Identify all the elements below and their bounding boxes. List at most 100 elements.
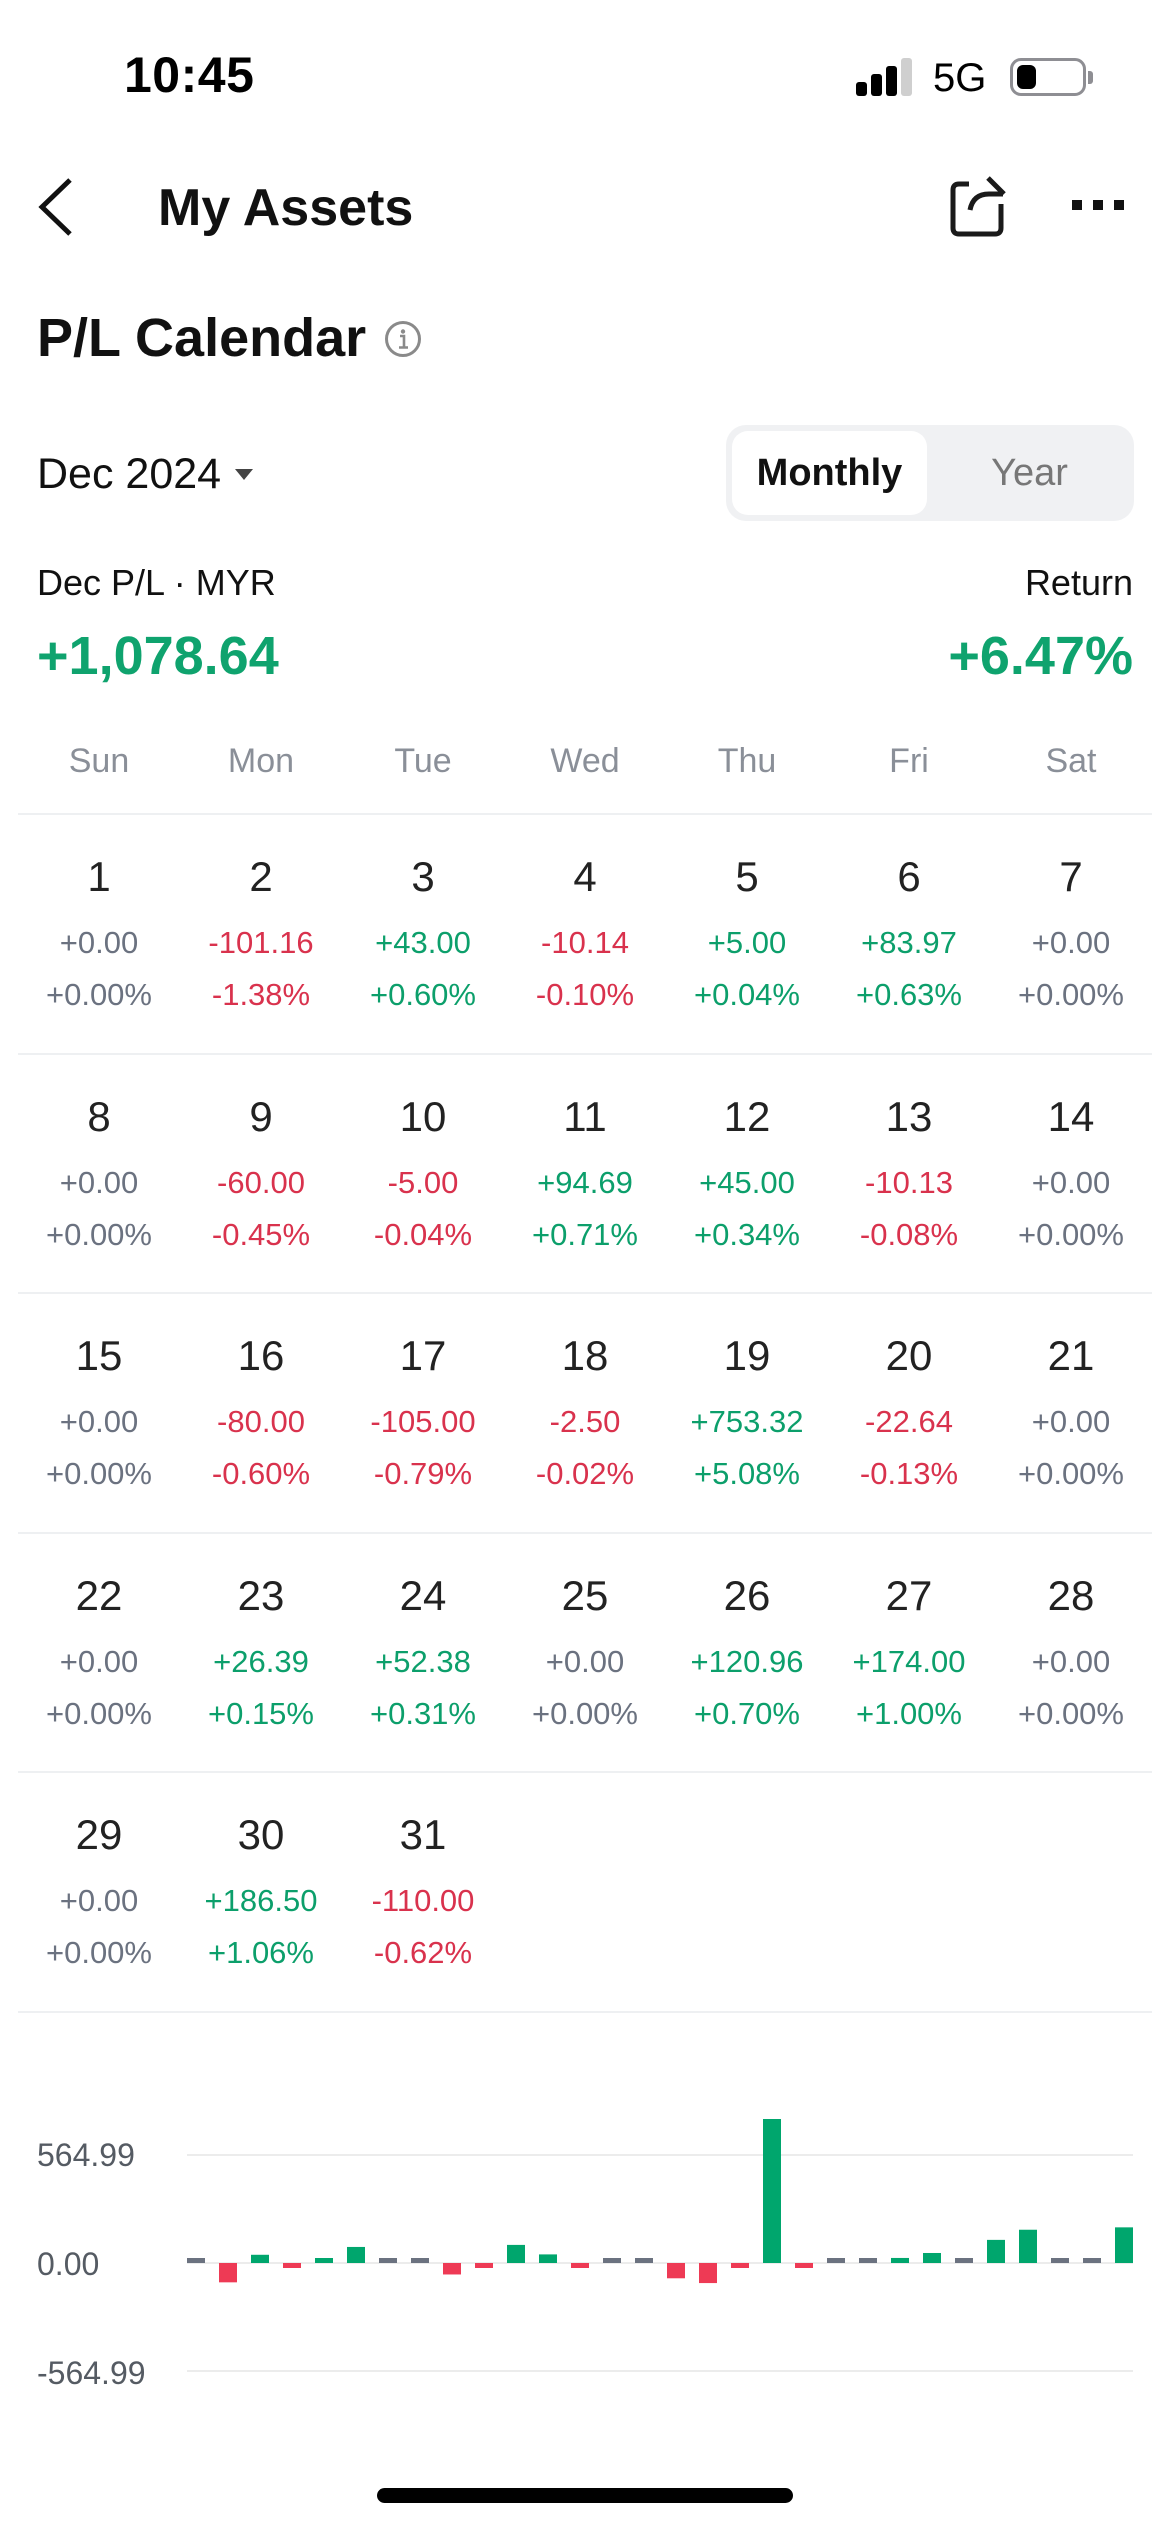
calendar-day-cell[interactable]: 21 +0.00 +0.00% [990, 1294, 1152, 1531]
weekday-header: Sun Mon Tue Wed Thu Fri Sat [18, 742, 1152, 781]
calendar-day-cell[interactable]: 30 +186.50 +1.06% [180, 1773, 342, 2010]
calendar-week-row: 1 +0.00 +0.00% 2 -101.16 -1.38% 3 +43.00 +0.60% 4… [18, 815, 1152, 1052]
day-pl-percent: +0.15% [207, 1695, 314, 1731]
day-number: 29 [75, 1811, 123, 1858]
calendar-week-row: 22 +0.00 +0.00% 23 +26.39 +0.15% 24 +52.38 +0.31… [18, 1534, 1152, 1771]
day-pl-value: -110.00 [371, 1883, 475, 1918]
bar-day-22 [859, 2258, 877, 2263]
day-number: 18 [561, 1332, 609, 1379]
calendar-day-cell[interactable]: 5 +5.00 +0.04% [666, 815, 828, 1052]
calendar-day-cell[interactable]: 20 -22.64 -0.13% [828, 1294, 990, 1531]
day-number: 24 [399, 1571, 447, 1619]
day-pl-value: +83.97 [861, 925, 957, 960]
calendar-day-cell[interactable]: 31 -110.00 -0.62% [342, 1773, 504, 2010]
pl-bar-chart: 564.99 0.00 -564.99 [0, 2080, 1170, 2420]
calendar-day-cell[interactable]: 13 -10.13 -0.08% [828, 1055, 990, 1292]
month-selector-label: Dec 2024 [37, 449, 222, 498]
calendar-day-cell[interactable]: 15 +0.00 +0.00% [18, 1294, 180, 1531]
day-pl-percent: +0.71% [531, 1216, 638, 1252]
day-number: 8 [87, 1092, 111, 1140]
calendar-day-cell[interactable]: 14 +0.00 +0.00% [990, 1055, 1152, 1292]
calendar-day-cell[interactable]: 7 +0.00 +0.00% [990, 815, 1152, 1052]
calendar-day-cell[interactable]: 4 -10.14 -0.10% [504, 815, 666, 1052]
day-pl-percent: +0.70% [693, 1695, 800, 1731]
calendar-day-cell[interactable]: 12 +45.00 +0.34% [666, 1055, 828, 1292]
day-number: 17 [399, 1332, 447, 1379]
calendar-day-cell[interactable]: 9 -60.00 -0.45% [180, 1055, 342, 1292]
calendar-day-cell[interactable]: 2 -101.16 -1.38% [180, 815, 342, 1052]
day-pl-value: +0.00 [59, 925, 139, 960]
calendar-day-cell[interactable]: 1 +0.00 +0.00% [18, 815, 180, 1052]
day-pl-value: -60.00 [217, 1164, 305, 1200]
day-pl-value: +94.69 [537, 1164, 633, 1200]
day-pl-percent: +0.34% [693, 1216, 800, 1252]
section-title: P/L Calendar [37, 308, 367, 368]
back-button[interactable] [30, 170, 90, 245]
bar-day-4 [283, 2263, 301, 2268]
month-selector[interactable]: Dec 2024 [37, 446, 254, 502]
day-pl-value: +0.00 [1031, 1164, 1111, 1200]
calendar-day-cell[interactable]: 25 +0.00 +0.00% [504, 1534, 666, 1771]
calendar-day-cell[interactable]: 17 -105.00 -0.79% [342, 1294, 504, 1531]
day-number: 3 [411, 853, 435, 900]
calendar-day-cell[interactable]: 24 +52.38 +0.31% [342, 1534, 504, 1771]
bar-day-23 [891, 2257, 909, 2263]
weekday-label: Thu [717, 742, 777, 780]
calendar-day-cell[interactable]: 11 +94.69 +0.71% [504, 1055, 666, 1292]
share-button[interactable] [945, 172, 1011, 238]
day-number: 2 [249, 853, 273, 900]
day-pl-percent: -0.79% [373, 1456, 473, 1491]
pl-label: Dec P/L · MYR [37, 562, 276, 603]
day-number: 7 [1059, 853, 1083, 900]
calendar-week-row: 8 +0.00 +0.00% 9 -60.00 -0.45% 10 -5.00 -0.04% 11… [18, 1055, 1152, 1292]
more-button[interactable] [1065, 186, 1131, 226]
day-number: 31 [399, 1811, 447, 1858]
home-indicator[interactable] [377, 2488, 793, 2503]
calendar-day-cell[interactable]: 26 +120.96 +0.70% [666, 1534, 828, 1771]
day-number: 14 [1047, 1092, 1095, 1140]
calendar-day-cell[interactable]: 28 +0.00 +0.00% [990, 1534, 1152, 1771]
bar-day-1 [187, 2258, 205, 2263]
bar-day-19 [763, 2119, 781, 2263]
day-number: 5 [735, 853, 759, 900]
calendar-day-cell[interactable]: 18 -2.50 -0.02% [504, 1294, 666, 1531]
view-toggle: Monthly Year [726, 425, 1134, 521]
calendar-day-cell[interactable]: 29 +0.00 +0.00% [18, 1773, 180, 2010]
calendar-day-cell[interactable]: 16 -80.00 -0.60% [180, 1294, 342, 1531]
return-label: Return [1024, 562, 1133, 603]
day-pl-percent: -0.60% [211, 1456, 311, 1491]
day-number: 12 [723, 1092, 771, 1140]
calendar-day-cell[interactable]: 8 +0.00 +0.00% [18, 1055, 180, 1292]
bar-day-29 [1083, 2258, 1101, 2263]
bar-day-18 [731, 2263, 749, 2268]
day-number: 22 [75, 1571, 123, 1619]
calendar-day-cell[interactable]: 19 +753.32 +5.08% [666, 1294, 828, 1531]
calendar-day-cell[interactable]: 23 +26.39 +0.15% [180, 1534, 342, 1771]
day-pl-value: +0.00 [59, 1404, 139, 1439]
day-pl-percent: +0.00% [45, 1456, 152, 1491]
calendar-day-cell[interactable]: 27 +174.00 +1.00% [828, 1534, 990, 1771]
day-pl-percent: +0.31% [369, 1695, 476, 1731]
info-icon[interactable] [384, 320, 422, 358]
battery-icon [1010, 58, 1086, 96]
calendar-day-cell[interactable]: 3 +43.00 +0.60% [342, 815, 504, 1052]
day-pl-percent: +0.00% [531, 1695, 638, 1731]
day-pl-value: +0.00 [1031, 1643, 1111, 1679]
toggle-monthly[interactable]: Monthly [732, 431, 927, 515]
calendar-day-cell[interactable]: 6 +83.97 +0.63% [828, 815, 990, 1052]
calendar-day-cell[interactable]: 22 +0.00 +0.00% [18, 1534, 180, 1771]
caret-down-icon [235, 468, 254, 480]
day-number: 10 [399, 1092, 447, 1140]
day-pl-percent: -0.62% [373, 1935, 473, 1970]
calendar-day-cell[interactable]: 10 -5.00 -0.04% [342, 1055, 504, 1292]
day-pl-value: +753.32 [690, 1404, 804, 1439]
day-pl-value: +0.00 [545, 1643, 625, 1679]
day-pl-percent: +0.00% [1017, 1456, 1124, 1491]
toggle-year[interactable]: Year [931, 431, 1128, 515]
chart-canvas [187, 2119, 1133, 2372]
weekday-label: Wed [550, 742, 620, 780]
day-pl-percent: +5.08% [693, 1456, 800, 1491]
day-number: 4 [573, 853, 597, 900]
y-tick-label: -564.99 [37, 2355, 146, 2391]
day-number: 23 [237, 1571, 285, 1619]
